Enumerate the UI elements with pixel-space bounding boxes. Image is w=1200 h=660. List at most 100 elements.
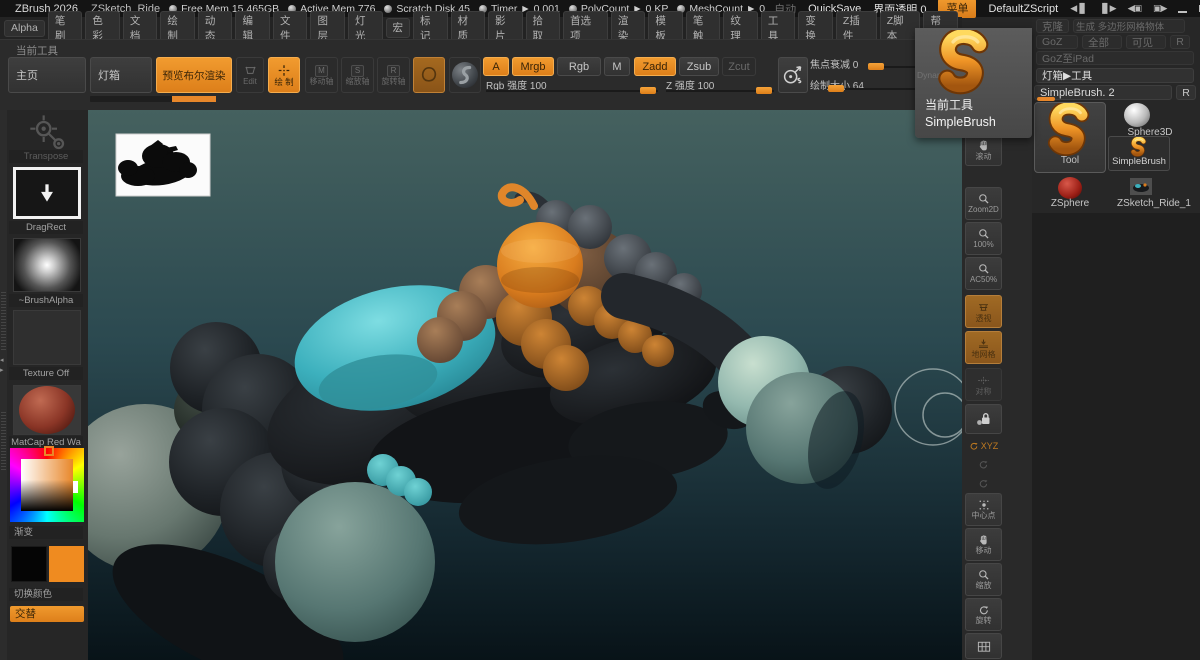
left-tray-scrollbar[interactable]: ◂ ▸ <box>0 110 7 660</box>
rgb-intensity-handle[interactable] <box>640 87 656 94</box>
goz-visible-button[interactable]: 可见 <box>1126 35 1166 49</box>
zcut-button[interactable]: Zcut <box>722 57 756 76</box>
scroll-dots <box>1 290 6 350</box>
anchor-a-button[interactable]: A <box>483 57 509 76</box>
tray-collapse-icon[interactable]: ◂ <box>0 356 4 364</box>
tool-palette: 克隆 生成 多边形网格物体 GoZ 全部 可见 R GoZ至iPad 灯箱▶工具… <box>1032 17 1200 660</box>
transpose-icon[interactable] <box>22 112 72 152</box>
lazy-stroke-button[interactable] <box>778 57 808 93</box>
local-symmetry-button[interactable]: 对称 <box>965 368 1002 401</box>
menu-macro[interactable]: 宏 <box>386 18 411 38</box>
lock-camera-button[interactable] <box>965 404 1002 434</box>
tool-item-zsphere[interactable] <box>1058 177 1082 199</box>
simplebrush-gold-icon <box>929 30 1001 98</box>
menu-alpha[interactable]: Alpha <box>4 20 45 37</box>
sv-marker-icon[interactable] <box>73 481 78 493</box>
alternate-button[interactable]: 交替 <box>10 606 84 622</box>
zadd-button[interactable]: Zadd <box>634 57 676 76</box>
move-gizmo-button[interactable]: M 移动轴 <box>305 57 338 93</box>
draw-button[interactable]: 绘 制 <box>268 57 300 93</box>
rotate-view-button[interactable]: 旋转 <box>965 598 1002 631</box>
grid-button[interactable] <box>965 633 1002 659</box>
active-tool-slider[interactable]: SimpleBrush. 2 <box>1034 85 1172 100</box>
rgb-intensity-slider[interactable] <box>486 90 658 92</box>
draw-size-handle[interactable] <box>828 85 844 92</box>
move-gizmo-icon: M <box>315 65 328 77</box>
material-sphere-button[interactable] <box>449 57 481 93</box>
tool-item-label: ZSketch_Ride_1 <box>1108 198 1200 209</box>
z-intensity-handle[interactable] <box>756 87 772 94</box>
active-tool-tile[interactable]: Tool <box>1034 102 1106 173</box>
matcap-sphere-icon <box>19 386 75 434</box>
sculptris-blob-button[interactable] <box>413 57 445 93</box>
mrgb-button[interactable]: Mrgb <box>512 57 554 76</box>
make-polymesh-button[interactable]: 生成 多边形网格物体 <box>1073 19 1185 33</box>
zscript-button[interactable]: DefaultZScript <box>988 3 1058 15</box>
grid-icon <box>976 639 992 654</box>
lightbox-tool-button[interactable]: 灯箱▶工具 <box>1036 68 1194 83</box>
scale-gizmo-icon: S <box>351 65 364 77</box>
rotate-z-button[interactable] <box>965 475 1002 492</box>
goz-all-button[interactable]: 全部 <box>1082 35 1122 49</box>
rotate-xyz-button[interactable]: XYZ <box>965 438 1002 454</box>
rotate-icon <box>977 604 991 616</box>
rgb-button[interactable]: Rgb <box>557 57 601 76</box>
zoom2d-button[interactable]: Zoom2D <box>965 187 1002 220</box>
focal-shift-handle[interactable] <box>868 63 884 70</box>
tool-item-simplebrush[interactable]: SimpleBrush <box>1108 136 1170 171</box>
rotate-y-icon <box>978 459 989 470</box>
dock-palette-left-icon[interactable]: ◀▣ <box>1128 3 1141 14</box>
perspective-button[interactable]: 透视 <box>965 295 1002 328</box>
switch-color-label[interactable]: 切换颜色 <box>9 588 83 601</box>
tray-expand-icon[interactable]: ▸ <box>0 366 4 374</box>
material-tile[interactable] <box>13 385 81 435</box>
slider-handle[interactable] <box>1037 97 1055 101</box>
main-color-swatch[interactable] <box>11 546 47 582</box>
rotate-y-button[interactable] <box>965 456 1002 473</box>
rotate-gizmo-button[interactable]: R 旋转轴 <box>377 57 410 93</box>
tool-item-zsketch-ride[interactable] <box>1130 178 1152 195</box>
lightbox-button[interactable]: 灯箱 <box>90 57 152 93</box>
zoom-view-button[interactable]: 缩放 <box>965 563 1002 596</box>
texture-tile[interactable] <box>13 310 81 365</box>
dock-palette-right-icon[interactable]: ▣▶ <box>1153 3 1166 14</box>
divider-collapse-right-icon[interactable]: ▐▌▶ <box>1099 3 1116 14</box>
gradient-label[interactable]: 渐变 <box>9 526 83 539</box>
divider-collapse-left-icon[interactable]: ◀▐▌ <box>1070 3 1087 14</box>
color-picker[interactable] <box>10 448 84 522</box>
m-button[interactable]: M <box>604 57 630 76</box>
focal-shift-label: 焦点衰减 0 <box>810 56 858 71</box>
current-tool-label: 当前工具 <box>16 43 58 58</box>
home-button[interactable]: 主页 <box>8 57 86 93</box>
right-shelf: 子像素 滚动 Zoom2D 100% AC50% 透视 地网格 对称 <box>962 110 1032 660</box>
edit-button[interactable]: Edit <box>236 57 264 93</box>
floor-grid-button[interactable]: 地网格 <box>965 331 1002 364</box>
frame-center-button[interactable]: 中心点 <box>965 493 1002 526</box>
actual-size-button[interactable]: 100% <box>965 222 1002 255</box>
secondary-color-swatch[interactable] <box>49 546 84 582</box>
lightbox-size-slider[interactable] <box>90 96 216 102</box>
brush-alpha-tile[interactable] <box>13 238 81 292</box>
goz-button[interactable]: GoZ <box>1036 35 1078 49</box>
goz-ipad-button[interactable]: GoZ至iPad <box>1036 51 1194 65</box>
hand-icon <box>977 139 991 152</box>
half-size-button[interactable]: AC50% <box>965 257 1002 290</box>
preview-boolean-button[interactable]: 预览布尔渲染 <box>156 57 232 93</box>
color-sv-square[interactable] <box>21 459 73 511</box>
restore-config-button[interactable]: R <box>1176 85 1196 100</box>
tool-item-sphere3d[interactable] <box>1124 103 1150 127</box>
clone-button[interactable]: 克隆 <box>1036 19 1069 33</box>
sphere-s-icon <box>452 62 478 88</box>
current-tool-popup: Dynam 当前工具 SimpleBrush <box>915 28 1032 138</box>
scale-gizmo-button[interactable]: S 缩放轴 <box>341 57 374 93</box>
minimize-icon[interactable] <box>1178 4 1187 13</box>
move-view-button[interactable]: 移动 <box>965 528 1002 561</box>
document-canvas[interactable] <box>88 110 962 660</box>
goz-r-button[interactable]: R <box>1170 35 1190 49</box>
zsub-button[interactable]: Zsub <box>679 57 719 76</box>
draw-crosshair-icon <box>277 64 291 77</box>
stroke-dragrect-tile[interactable] <box>13 167 81 219</box>
center-dots-icon <box>977 499 991 511</box>
transpose-label: Transpose <box>9 150 83 163</box>
hue-marker-icon[interactable] <box>44 446 54 456</box>
